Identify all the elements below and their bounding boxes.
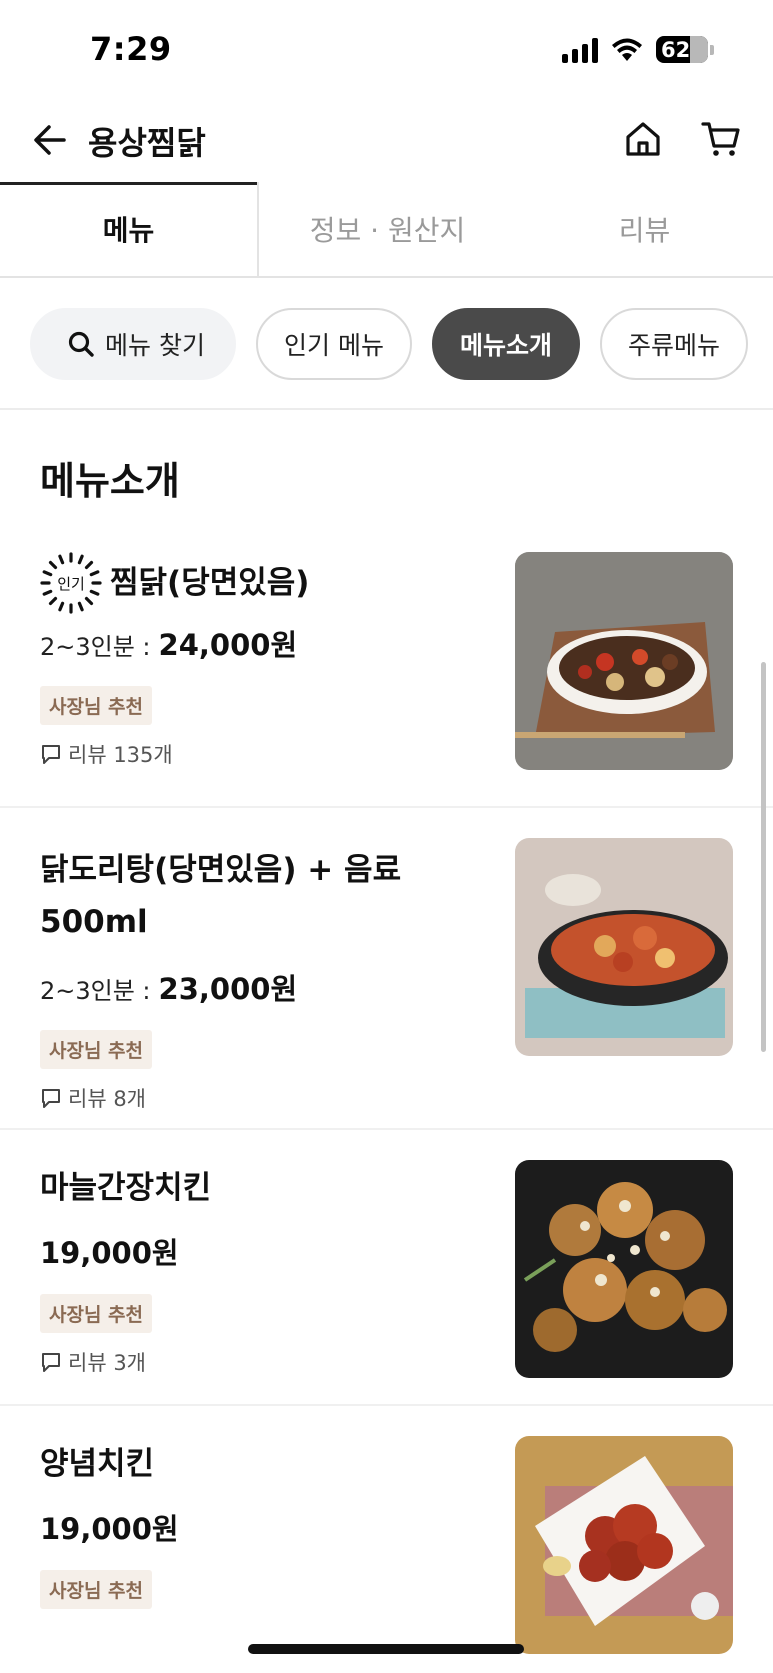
menu-item-name: 양념치킨 xyxy=(40,1446,155,1482)
menu-item-photo xyxy=(515,1436,733,1654)
status-time: 7:29 xyxy=(90,30,172,68)
speech-bubble-icon xyxy=(42,1353,60,1372)
status-bar: 7:29 62 xyxy=(0,0,773,100)
popular-badge-label: 인기 xyxy=(57,574,85,593)
battery-icon: 62 xyxy=(656,36,708,63)
menu-item-price: 19,000원 xyxy=(40,1236,179,1270)
menu-search-button[interactable]: 메뉴 찾기 xyxy=(30,308,236,380)
cellular-signal-icon xyxy=(562,37,598,63)
chip-alcohol-menu[interactable]: 주류메뉴 xyxy=(599,308,748,380)
menu-item-price: 23,000원 xyxy=(158,972,298,1006)
popular-badge: 인기 xyxy=(40,552,102,614)
speech-bubble-icon xyxy=(42,745,60,764)
menu-item[interactable]: 인기 찜닭(당면있음) 2~3인분 : 24,000원 사장님 추천 리뷰 13… xyxy=(0,540,773,808)
tab-menu[interactable]: 메뉴 xyxy=(0,182,259,276)
review-count: 리뷰 8개 xyxy=(40,1083,460,1113)
wifi-icon xyxy=(612,38,642,61)
arrow-left-icon xyxy=(34,125,66,155)
search-icon xyxy=(68,331,94,357)
back-button[interactable] xyxy=(28,118,72,162)
owner-recommend-badge: 사장님 추천 xyxy=(40,1294,153,1333)
menu-item-serving: 2~3인분 : xyxy=(40,977,151,1005)
menu-item[interactable]: 마늘간장치킨 19,000원 사장님 추천 리뷰 3개 xyxy=(0,1130,773,1406)
menu-search-label: 메뉴 찾기 xyxy=(105,331,205,360)
menu-item-photo xyxy=(515,838,733,1056)
speech-bubble-icon xyxy=(42,1089,60,1108)
menu-category-chips: 메뉴 찾기 인기 메뉴 메뉴소개 주류메뉴 xyxy=(0,308,773,382)
tab-info-origin[interactable]: 정보 · 원산지 xyxy=(259,182,516,276)
divider xyxy=(0,408,773,410)
store-title: 용상찜닭 xyxy=(88,124,206,162)
review-count: 리뷰 135개 xyxy=(40,739,480,769)
chip-popular-menu[interactable]: 인기 메뉴 xyxy=(256,308,412,380)
menu-item-photo xyxy=(515,1160,733,1378)
menu-item-price: 24,000원 xyxy=(158,628,298,662)
review-count-label: 리뷰 8개 xyxy=(68,1087,146,1111)
owner-recommend-badge: 사장님 추천 xyxy=(40,1570,153,1609)
owner-recommend-badge: 사장님 추천 xyxy=(40,686,153,725)
tab-reviews[interactable]: 리뷰 xyxy=(516,182,773,276)
cart-icon xyxy=(701,122,740,156)
review-count-label: 리뷰 135개 xyxy=(68,743,173,767)
chip-menu-intro[interactable]: 메뉴소개 xyxy=(431,308,580,380)
owner-recommend-badge: 사장님 추천 xyxy=(40,1030,153,1069)
status-icons: 62 xyxy=(562,36,714,63)
menu-item-serving: 2~3인분 : xyxy=(40,633,151,661)
home-button[interactable] xyxy=(620,116,666,162)
menu-item-name: 마늘간장치킨 xyxy=(40,1170,212,1206)
review-count-label: 리뷰 3개 xyxy=(68,1351,146,1375)
home-indicator xyxy=(248,1644,524,1654)
menu-item-name: 찜닭(당면있음) xyxy=(110,565,310,601)
battery-level: 62 xyxy=(661,37,691,62)
review-count: 리뷰 3개 xyxy=(40,1347,480,1377)
menu-item-photo xyxy=(515,552,733,770)
cart-button[interactable] xyxy=(698,116,744,162)
menu-item-name: 닭도리탕(당면있음) + 음료 500ml xyxy=(40,852,402,940)
menu-item-price: 19,000원 xyxy=(40,1512,179,1546)
home-icon xyxy=(626,122,660,156)
section-title: 메뉴소개 xyxy=(40,459,180,503)
store-tabs: 메뉴 정보 · 원산지 리뷰 xyxy=(0,182,773,278)
menu-item[interactable]: 닭도리탕(당면있음) + 음료 500ml 2~3인분 : 23,000원 사장… xyxy=(0,808,773,1130)
menu-item[interactable]: 양념치킨 19,000원 사장님 추천 xyxy=(0,1406,773,1673)
scrollbar[interactable] xyxy=(761,662,766,1052)
store-header: 용상찜닭 xyxy=(0,100,773,182)
